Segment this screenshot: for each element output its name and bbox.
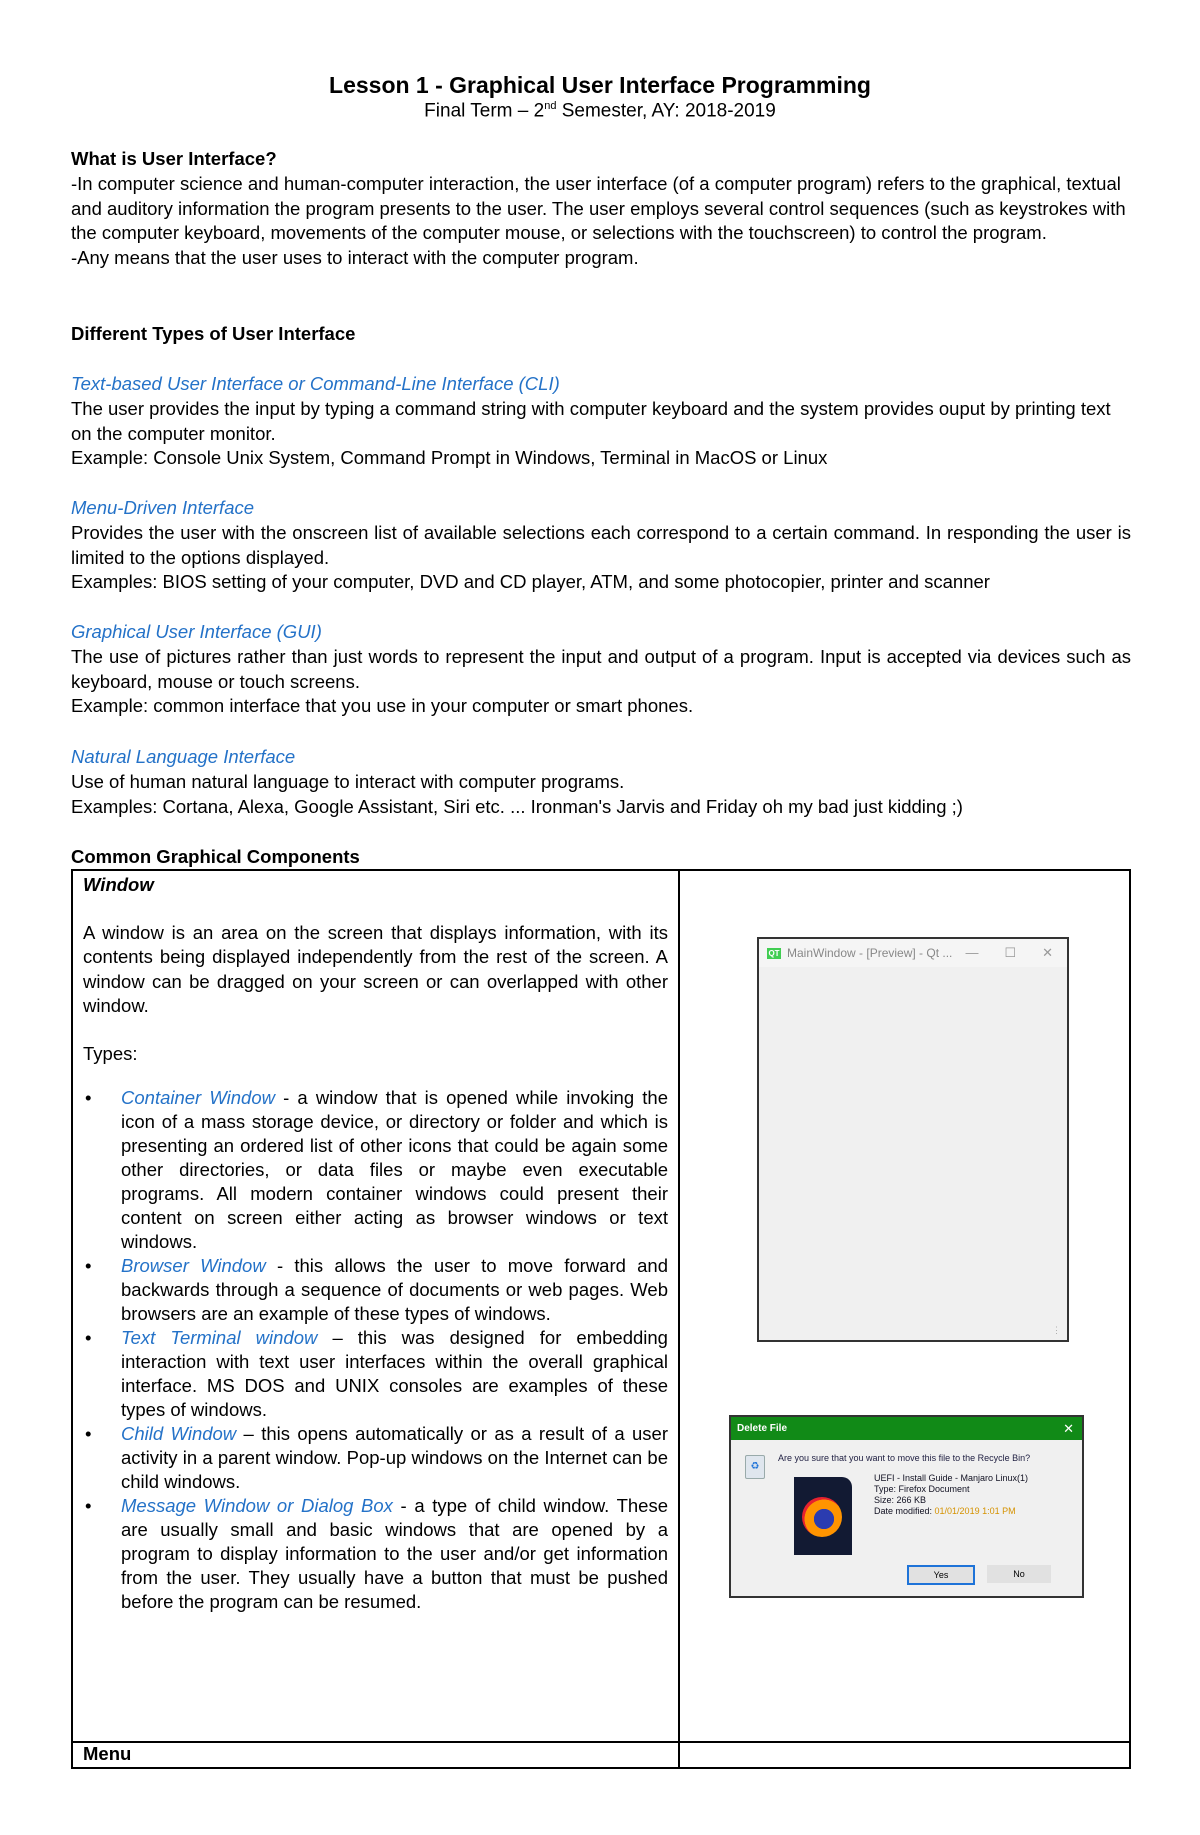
type-example: Examples: BIOS setting of your computer,… [71,571,990,593]
file-date: Date modified: 01/01/2019 1:01 PM [874,1506,1028,1517]
type-name: Browser Window [121,1255,266,1277]
minimize-icon: — [965,945,979,960]
type-name: Graphical User Interface (GUI) [71,621,322,642]
table-row: Menu [71,1741,1131,1769]
maximize-icon: ☐ [1004,945,1017,960]
menu-heading: Menu [71,1741,680,1769]
date-label: Date modified: [874,1506,935,1516]
type-cli: Text-based User Interface or Command-Lin… [71,372,1131,471]
type-name: Natural Language Interface [71,746,296,767]
file-size: Size: 266 KB [874,1495,927,1505]
resize-grip-icon: ⋮ [1052,1325,1061,1335]
window-types-label: Types: [83,1043,138,1065]
list-item: Message Window or Dialog Box - a type of… [85,1494,668,1614]
firefox-file-icon [794,1477,852,1555]
dialog-question: Are you sure that you want to move this … [778,1453,1031,1463]
dialog-title: Delete File [737,1423,788,1434]
window-cell: Window A window is an area on the screen… [71,869,680,1743]
type-natural-language: Natural Language Interface Use of human … [71,745,1131,819]
type-example: Example: Console Unix System, Command Pr… [71,447,828,469]
components-heading: Common Graphical Components [71,845,1131,870]
close-icon: ✕ [1063,1420,1074,1436]
type-name: Menu-Driven Interface [71,497,255,518]
document-subtitle: Final Term – 2nd Semester, AY: 2018-2019 [0,100,1200,122]
window-title-bar: QT MainWindow - [Preview] - Qt ... — ☐ ✕ [759,939,1067,967]
subtitle-text: Final Term – 2 [424,100,545,122]
file-info: UEFI - Install Guide - Manjaro Linux(1) … [874,1473,1028,1517]
type-name: Child Window [121,1423,237,1445]
qt-app-icon: QT [767,947,781,959]
menu-image-cell [678,1741,1131,1769]
types-heading-text: Different Types of User Interface [71,323,356,344]
type-description: a window that is opened while invoking t… [121,1087,668,1253]
firefox-logo-icon [802,1497,842,1537]
dialog-title-bar: Delete File ✕ [731,1417,1082,1440]
subtitle-superscript: nd [544,100,557,112]
list-item: Text Terminal window – this was designed… [85,1326,668,1422]
list-item: Child Window – this opens automatically … [85,1422,668,1494]
window-types-list: Container Window - a window that is open… [83,1086,668,1614]
type-description: The user provides the input by typing a … [71,397,1111,444]
type-example: Example: common interface that you use i… [71,695,694,717]
components-heading-text: Common Graphical Components [71,846,360,867]
type-example: Examples: Cortana, Alexa, Google Assista… [71,795,963,817]
type-description: Use of human natural language to interac… [71,770,625,792]
main-window-screenshot: QT MainWindow - [Preview] - Qt ... — ☐ ✕… [757,937,1069,1342]
yes-button: Yes [907,1565,975,1585]
what-is-ui-paragraph-2: -Any means that the user uses to interac… [71,247,639,269]
date-value: 01/01/2019 1:01 PM [934,1506,1016,1516]
window-title: MainWindow - [Preview] - Qt ... [787,946,953,960]
recycle-bin-icon: ♻ [745,1455,765,1479]
window-description: A window is an area on the screen that d… [83,922,668,1016]
separator: - [265,1255,295,1277]
file-name: UEFI - Install Guide - Manjaro Linux(1) [874,1473,1029,1483]
type-menu-driven: Menu-Driven Interface Provides the user … [71,496,1131,595]
separator: - [274,1087,298,1109]
what-is-ui-section: What is User Interface? -In computer sci… [71,147,1131,271]
document-title: Lesson 1 - Graphical User Interface Prog… [329,72,871,98]
no-button: No [987,1565,1051,1583]
type-gui: Graphical User Interface (GUI) The use o… [71,620,1131,719]
type-name: Message Window or Dialog Box [121,1495,393,1517]
close-icon: ✕ [1042,945,1053,960]
delete-file-dialog-screenshot: Delete File ✕ ♻ Are you sure that you wa… [729,1415,1084,1598]
subtitle-text-rest: Semester, AY: 2018-2019 [556,100,776,122]
types-heading: Different Types of User Interface [71,322,1131,347]
type-name: Text Terminal window [121,1327,318,1349]
separator: – [236,1423,262,1445]
list-item: Browser Window - this allows the user to… [85,1254,668,1326]
type-name: Container Window [121,1087,275,1109]
window-heading: Window [83,874,154,895]
file-type: Type: Firefox Document [874,1484,970,1494]
what-is-ui-paragraph-1: -In computer science and human-computer … [71,172,1126,244]
list-item: Container Window - a window that is open… [85,1086,668,1254]
separator: - [392,1495,415,1517]
type-description: Provides the user with the onscreen list… [71,521,1131,568]
type-description: The use of pictures rather than just wor… [71,645,1131,692]
what-is-ui-heading: What is User Interface? [71,148,277,169]
separator: – [317,1327,358,1349]
type-name: Text-based User Interface or Command-Lin… [71,373,560,394]
